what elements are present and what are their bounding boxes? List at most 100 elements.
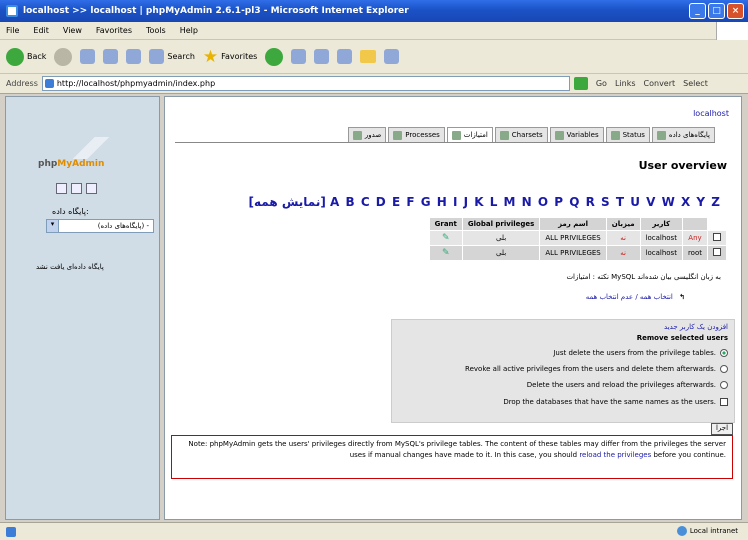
minimize-button[interactable]: _ [689,3,706,19]
row-checkbox-cell[interactable] [707,245,727,261]
select-all-link[interactable]: انتخاب همه / عدم انتخاب همه [586,293,673,301]
favorites-button[interactable]: ★ Favorites [203,47,257,67]
address-label: Address [6,79,38,88]
mail-button[interactable] [314,49,330,64]
phpmyadmin-logo[interactable]: phpMyAdmin [38,137,128,173]
tab-status[interactable]: Status [605,127,650,142]
select-button[interactable]: Select [683,79,708,88]
query-window-icon[interactable] [71,183,82,194]
menu-favorites[interactable]: Favorites [96,26,132,35]
no-database-text: پایگاه داده‌ای یافت نشد [36,263,104,271]
address-input[interactable]: http://localhost/phpmyadmin/index.php [41,76,570,91]
edit-icon[interactable]: ✎ [442,248,450,258]
option-checkbox[interactable] [720,398,728,406]
tab-databases[interactable]: پایگاه‌های داده [651,127,715,142]
edit-icon[interactable]: ✎ [442,233,450,243]
right-frame: localhost پایگاه‌های داده Status Variabl… [164,96,742,520]
user-cell: Any [681,230,709,246]
forward-button[interactable] [54,47,73,66]
server-breadcrumb[interactable]: localhost [693,109,729,118]
folder-icon [360,50,377,63]
go-button[interactable]: اجرا [711,423,733,435]
tab-charsets[interactable]: Charsets [494,127,548,142]
links-label[interactable]: Links [615,79,636,88]
grant-header: Grant [428,217,463,231]
messenger-icon [384,49,400,64]
stop-button[interactable] [80,49,96,64]
processes-icon [393,130,403,140]
history-icon [291,49,307,64]
tab-bar: پایگاه‌های داده Status Variables Charset… [175,127,715,143]
add-user-label[interactable]: افزودن یک کاربر جدید [664,323,728,331]
forward-arrow-icon [54,47,73,66]
tab-variables[interactable]: Variables [549,127,604,142]
stop-icon [80,49,96,64]
print-button[interactable] [337,49,353,64]
maximize-button[interactable]: □ [708,3,725,19]
browser-toolbar: Back Search ★ Favorites [0,40,748,74]
search-button[interactable]: Search [149,49,195,64]
sidebar-icons [56,183,97,194]
page-status-icon [6,526,16,537]
server-link[interactable]: localhost [693,109,729,118]
chevron-down-icon[interactable]: ▾ [47,220,59,232]
home-icon [126,49,142,64]
home-icon[interactable] [56,183,67,194]
privileges-warning: Note: phpMyAdmin gets the users' privile… [171,435,733,479]
add-user-link[interactable]: افزودن یک کاربر جدید [664,323,728,331]
edit-privileges-cell[interactable]: ✎ [428,245,463,261]
window-controls: _ □ × [689,3,744,19]
tab-processes[interactable]: Processes [388,127,445,142]
history-button[interactable] [291,49,307,64]
user-cell: root [681,245,709,261]
row-checkbox[interactable] [713,233,721,241]
folder-button[interactable] [360,50,377,63]
menu-bar: File Edit View Favorites Tools Help [0,22,748,40]
option-radio[interactable] [720,349,728,357]
menu-help[interactable]: Help [180,26,198,35]
home-button[interactable] [126,49,142,64]
password-header: اسم رمز [539,217,607,231]
user-header: کاربر [639,217,683,231]
media-icon [265,47,284,66]
menu-file[interactable]: File [6,26,19,35]
option-revoke-delete[interactable]: Revoke all active privileges from the us… [465,365,728,373]
convert-button[interactable]: Convert [644,79,676,88]
back-button[interactable]: Back [6,47,46,66]
tab-label: Status [622,131,645,139]
left-frame: phpMyAdmin پایگاه داده: ▾ (پایگاه‌های دا… [5,96,160,520]
menu-edit[interactable]: Edit [33,26,49,35]
privileges-icon [451,130,461,140]
go-arrow-icon[interactable] [573,77,588,90]
media-button[interactable] [265,47,284,66]
edit-privileges-cell[interactable]: ✎ [428,230,463,246]
option-just-delete[interactable]: Just delete the users from the privilege… [553,349,728,357]
tab-label: Variables [566,131,599,139]
warning-tail: before you continue. [653,451,726,459]
tab-label: Processes [405,131,440,139]
letter-links[interactable]: A B C D E F G H I J K L M N O P Q R S T … [330,195,721,209]
alphabet-filter: [نمایش همه] A B C D E F G H I J K L M N … [249,195,721,209]
option-delete-reload[interactable]: Delete the users and reload the privileg… [527,381,728,389]
option-drop-databases[interactable]: Drop the databases that have the same na… [503,398,728,406]
option-radio[interactable] [720,365,728,373]
refresh-button[interactable] [103,49,119,64]
menu-tools[interactable]: Tools [146,26,166,35]
tab-privileges[interactable]: امتیازات [446,127,493,142]
documentation-icon[interactable] [86,183,97,194]
row-checkbox[interactable] [713,248,721,256]
charsets-icon [499,130,509,140]
row-checkbox-cell[interactable] [707,230,727,246]
go-label[interactable]: Go [596,79,607,88]
host-header: میزبان [605,217,641,231]
close-button[interactable]: × [727,3,744,19]
show-all-link[interactable]: [نمایش همه] [249,195,326,209]
option-radio[interactable] [720,381,728,389]
messenger-button[interactable] [384,49,400,64]
tab-export[interactable]: صدور [347,127,387,142]
menu-view[interactable]: View [63,26,82,35]
checkbox-header [681,217,709,231]
database-icon [656,130,666,140]
reload-privileges-link[interactable]: reload the privileges [579,451,651,459]
database-select[interactable]: ▾ (پایگاه‌های داده) - [46,219,154,233]
